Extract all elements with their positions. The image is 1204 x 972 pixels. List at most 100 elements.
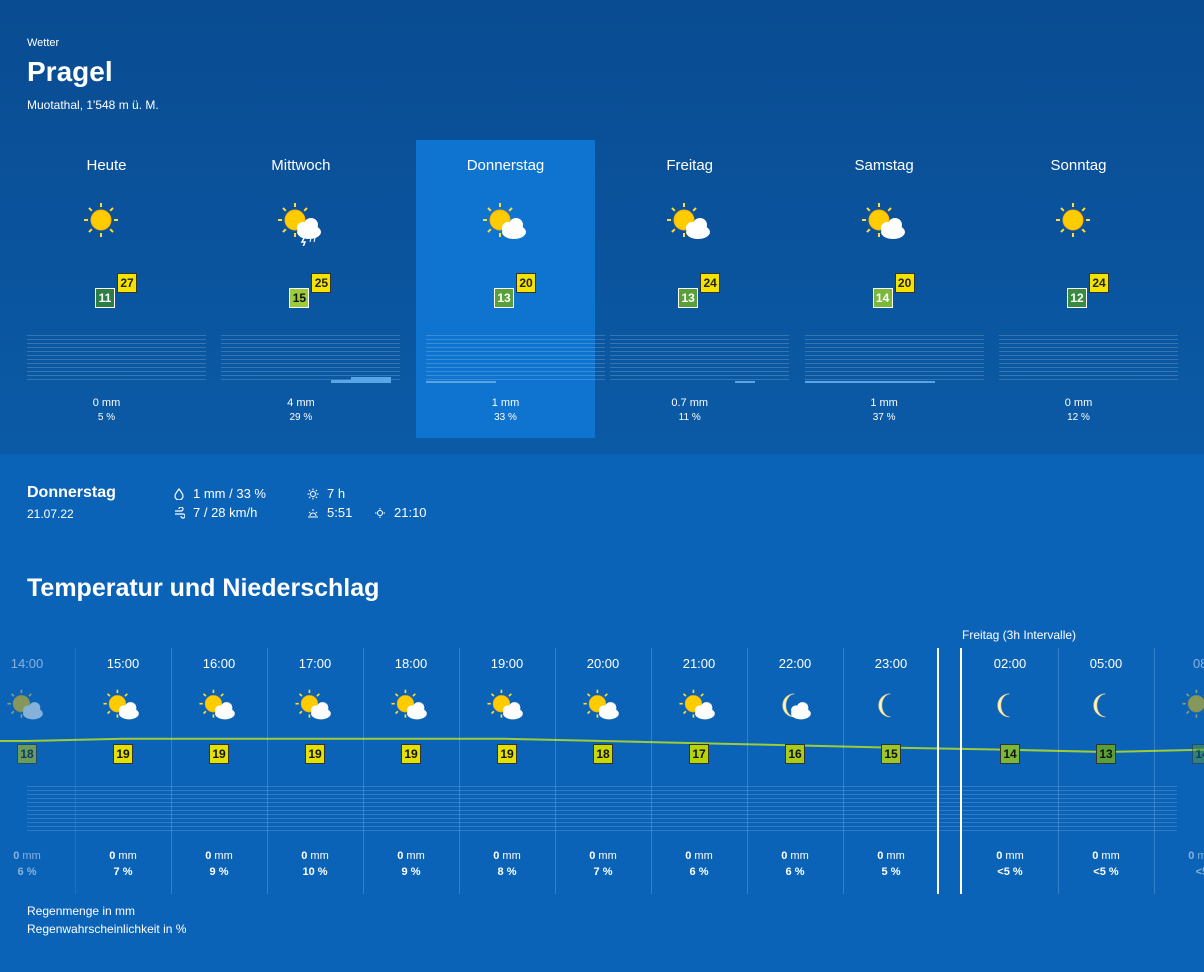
day-name: Freitag <box>666 157 714 174</box>
hour-temp: 19 <box>305 744 325 764</box>
detail-wind-value: 7 / 28 km/h <box>193 505 258 520</box>
legend-rain-probability: Regenwahrscheinlichkeit in % <box>27 922 187 936</box>
rain-probability: 37 % <box>872 412 896 423</box>
sun-cloud-icon <box>487 689 523 720</box>
detail-day: Donnerstag <box>27 484 116 501</box>
sun-cloud-icon <box>667 203 711 239</box>
hour-rain-amount: 0 mm <box>301 850 329 862</box>
hour-rain-probability: 7 % <box>593 866 613 878</box>
rain-bar <box>331 380 352 383</box>
hour-column-2000: 20:00 18 0 mm 7 % <box>555 648 652 894</box>
rain-probability: 5 % <box>97 412 116 423</box>
day-name: Donnerstag <box>466 157 545 174</box>
hour-rain-amount: 0 mm <box>1092 850 1120 862</box>
sun-icon <box>1056 203 1090 237</box>
day-forecast-freitag[interactable]: Freitag 24 13 0.7 mm 11 % <box>600 140 790 438</box>
rain-amount: 0 mm <box>1064 397 1093 409</box>
detail-sunset: 21:10 <box>374 505 427 520</box>
hour-rain-probability: 9 % <box>209 866 229 878</box>
hour-rain-amount: 0 mm <box>996 850 1024 862</box>
sun-small-icon <box>307 488 319 499</box>
moon-icon <box>997 693 1010 718</box>
rain-probability: 29 % <box>289 412 313 423</box>
temp-max: 20 <box>516 273 536 293</box>
day-forecast-donnerstag[interactable]: Donnerstag 20 13 1 mm 33 % <box>416 140 605 438</box>
temp-min: 14 <box>872 288 893 308</box>
hour-column-0500: 05:00 13 0 mm <5 % <box>1058 648 1155 894</box>
hour-rain-probability: <5 <box>1195 866 1204 878</box>
hour-rain-probability: 10 % <box>302 866 328 878</box>
detail-sunrise-value: 5:51 <box>327 505 353 520</box>
temp-max: 25 <box>311 273 332 293</box>
rain-amount: 4 mm <box>287 397 315 409</box>
sunset-icon <box>375 507 385 518</box>
hour-rain-probability: 9 % <box>401 866 421 878</box>
sun-cloud-icon <box>103 689 139 720</box>
hour-temp: 18 <box>593 744 613 764</box>
temp-min: 13 <box>494 288 514 308</box>
hour-column-1600: 16:00 19 0 mm 9 % <box>171 648 268 894</box>
day-forecast-samstag[interactable]: Samstag 20 14 1 mm 37 % <box>795 140 984 438</box>
hour-rain-amount: 0 mm <box>493 850 521 862</box>
hour-rain-probability: 6 % <box>785 866 805 878</box>
moon-cloud-icon <box>782 693 811 720</box>
hour-column-1900: 19:00 19 0 mm 8 % <box>459 648 556 894</box>
page-title: Pragel <box>27 56 113 87</box>
friday-interval-label: Freitag (3h Intervalle) <box>962 628 1077 642</box>
detail-sun-hours-value: 7 h <box>327 486 346 501</box>
hour-column-1700: 17:00 19 0 mm 10 % <box>267 648 364 894</box>
hour-rain-amount: 0 mm <box>205 850 233 862</box>
temp-max: 20 <box>894 273 915 293</box>
hour-temp: 17 <box>689 744 709 764</box>
rain-amount: 0.7 mm <box>671 397 709 409</box>
hour-column-08: 08: 14 0 mm <5 <box>1154 648 1204 894</box>
hour-rain-probability: 6 % <box>17 866 37 878</box>
day-name: Heute <box>86 157 127 174</box>
rain-amount: 1 mm <box>870 397 898 409</box>
rain-bar <box>351 377 392 383</box>
hour-rain-probability: 8 % <box>497 866 517 878</box>
hour-rain-amount: 0 mm <box>109 850 137 862</box>
hour-temp: 18 <box>17 744 37 764</box>
day-divider <box>937 648 939 894</box>
sun-icon <box>84 203 118 237</box>
hour-rain-amount: 0 mm <box>13 850 41 862</box>
day-forecast-sonntag[interactable]: Sonntag 24 12 0 mm 12 % <box>989 140 1178 438</box>
day-forecast-mittwoch[interactable]: Mittwoch 25 15 4 mm 29 % <box>211 140 401 438</box>
hour-rain-amount: 0 mm <box>877 850 905 862</box>
temp-min: 15 <box>289 288 310 308</box>
rain-amount: 1 mm <box>491 397 520 409</box>
hour-rain-amount: 0 mm <box>397 850 425 862</box>
temp-min: 11 <box>95 288 115 308</box>
hour-time: 15:00 <box>106 656 140 671</box>
hour-rain-amount: 0 mm <box>1188 850 1204 862</box>
rain-probability: 12 % <box>1067 412 1090 423</box>
sun-cloud-icon <box>583 689 619 720</box>
day-forecast-heute[interactable]: Heute 27 11 0 mm 5 % <box>17 140 206 438</box>
hour-time: 19:00 <box>490 656 524 671</box>
day-divider <box>960 648 962 894</box>
rain-bar <box>804 381 935 383</box>
hour-column-1800: 18:00 19 0 mm 9 % <box>363 648 460 894</box>
hour-time: 16:00 <box>202 656 236 671</box>
hour-time: 05:00 <box>1089 656 1123 671</box>
hour-column-0200: 02:00 14 0 mm <5 % <box>962 648 1059 894</box>
temp-min: 13 <box>678 288 699 308</box>
kicker: Wetter <box>27 37 60 49</box>
sunrise-icon <box>308 508 318 517</box>
detail-date: 21.07.22 <box>27 507 74 521</box>
sun-cloud-icon <box>7 689 43 720</box>
hour-temp: 16 <box>785 744 805 764</box>
hour-time: 18:00 <box>394 656 428 671</box>
hour-time: 14:00 <box>10 656 44 671</box>
rain-chart <box>610 335 790 383</box>
temp-max: 27 <box>117 273 137 293</box>
hour-rain-probability: 5 % <box>881 866 901 878</box>
hour-rain-amount: 0 mm <box>685 850 713 862</box>
detail-rain-value: 1 mm / 33 % <box>193 486 266 501</box>
hour-column-2300: 23:00 15 0 mm 5 % <box>843 648 939 894</box>
hour-time: 21:00 <box>682 656 716 671</box>
hour-temp: 15 <box>881 744 901 764</box>
hour-temp: 13 <box>1096 744 1116 764</box>
hour-rain-probability: <5 % <box>1093 866 1119 878</box>
